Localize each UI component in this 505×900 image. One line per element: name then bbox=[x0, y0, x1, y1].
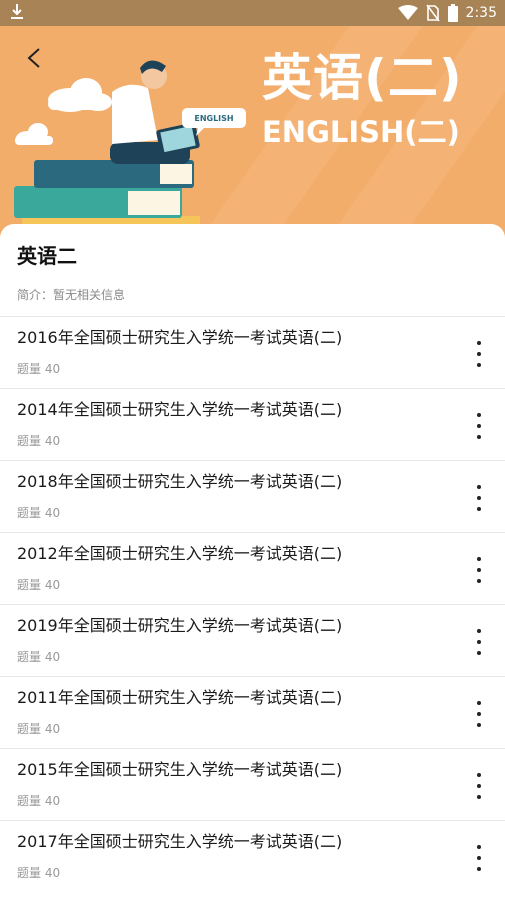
more-options-button[interactable] bbox=[471, 485, 487, 511]
exam-title: 2019年全国硕士研究生入学统一考试英语(二) bbox=[17, 616, 343, 635]
more-vertical-icon bbox=[477, 845, 481, 849]
more-vertical-icon bbox=[477, 485, 481, 489]
more-options-button[interactable] bbox=[471, 701, 487, 727]
book-intro: 简介：暂无相关信息 bbox=[17, 288, 126, 302]
more-vertical-icon bbox=[477, 341, 481, 345]
dot bbox=[477, 424, 481, 428]
status-right: 2:35 bbox=[397, 3, 497, 23]
list-item[interactable]: 2016年全国硕士研究生入学统一考试英语(二) 题量 40 bbox=[0, 316, 505, 388]
dot bbox=[477, 712, 481, 716]
status-time: 2:35 bbox=[465, 5, 497, 21]
more-vertical-icon bbox=[477, 773, 481, 777]
more-options-button[interactable] bbox=[471, 845, 487, 871]
list-item[interactable]: 2018年全国硕士研究生入学统一考试英语(二) 题量 40 bbox=[0, 460, 505, 532]
more-vertical-icon bbox=[477, 557, 481, 561]
list-item[interactable]: 2011年全国硕士研究生入学统一考试英语(二) 题量 40 bbox=[0, 676, 505, 748]
header-banner: ENGLISH 英语(二) ENGLISH(二) bbox=[0, 26, 505, 240]
dot bbox=[477, 568, 481, 572]
dot bbox=[477, 784, 481, 788]
dot bbox=[477, 856, 481, 860]
exam-title: 2018年全国硕士研究生入学统一考试英语(二) bbox=[17, 472, 343, 491]
more-options-button[interactable] bbox=[471, 341, 487, 367]
exam-title: 2017年全国硕士研究生入学统一考试英语(二) bbox=[17, 832, 343, 851]
dot bbox=[477, 579, 481, 583]
more-vertical-icon bbox=[477, 629, 481, 633]
list-item[interactable]: 2012年全国硕士研究生入学统一考试英语(二) 题量 40 bbox=[0, 532, 505, 604]
dot bbox=[477, 352, 481, 356]
content-card: 英语二 简介：暂无相关信息 2016年全国硕士研究生入学统一考试英语(二) 题量… bbox=[0, 224, 505, 900]
bubble-text: ENGLISH bbox=[194, 114, 233, 123]
exam-count: 题量 40 bbox=[17, 650, 61, 664]
more-vertical-icon bbox=[477, 701, 481, 705]
dot bbox=[477, 507, 481, 511]
wifi-icon bbox=[397, 5, 418, 20]
book-name: 英语二 bbox=[17, 244, 77, 268]
more-options-button[interactable] bbox=[471, 413, 487, 439]
exam-title: 2011年全国硕士研究生入学统一考试英语(二) bbox=[17, 688, 343, 707]
list-item[interactable]: 2017年全国硕士研究生入学统一考试英语(二) 题量 40 bbox=[0, 820, 505, 892]
list-item[interactable]: 2015年全国硕士研究生入学统一考试英语(二) 题量 40 bbox=[0, 748, 505, 820]
no-sim-icon bbox=[425, 4, 440, 22]
banner-subtitle: ENGLISH(二) bbox=[262, 115, 460, 149]
dot bbox=[477, 496, 481, 500]
exam-title: 2012年全国硕士研究生入学统一考试英语(二) bbox=[17, 544, 343, 563]
battery-icon bbox=[447, 4, 458, 22]
download-icon bbox=[11, 4, 23, 19]
dot bbox=[477, 867, 481, 871]
status-left bbox=[10, 3, 24, 25]
exam-count: 题量 40 bbox=[17, 434, 61, 448]
exam-count: 题量 40 bbox=[17, 794, 61, 808]
dot bbox=[477, 795, 481, 799]
exam-count: 题量 40 bbox=[17, 506, 61, 520]
dot bbox=[477, 723, 481, 727]
dot bbox=[477, 640, 481, 644]
exam-count: 题量 40 bbox=[17, 722, 61, 736]
more-options-button[interactable] bbox=[471, 629, 487, 655]
dot bbox=[477, 363, 481, 367]
exam-count: 题量 40 bbox=[17, 866, 61, 880]
list-item[interactable]: 2019年全国硕士研究生入学统一考试英语(二) 题量 40 bbox=[0, 604, 505, 676]
dot bbox=[477, 435, 481, 439]
dot bbox=[477, 651, 481, 655]
exam-title: 2015年全国硕士研究生入学统一考试英语(二) bbox=[17, 760, 343, 779]
back-button[interactable] bbox=[20, 40, 50, 76]
status-bar: 2:35 bbox=[0, 0, 505, 26]
more-options-button[interactable] bbox=[471, 773, 487, 799]
banner-title: 英语(二) bbox=[262, 49, 463, 107]
exam-title: 2016年全国硕士研究生入学统一考试英语(二) bbox=[17, 328, 343, 347]
more-vertical-icon bbox=[477, 413, 481, 417]
exam-list: 2016年全国硕士研究生入学统一考试英语(二) 题量 40 2014年全国硕士研… bbox=[0, 316, 505, 892]
exam-count: 题量 40 bbox=[17, 362, 61, 376]
more-options-button[interactable] bbox=[471, 557, 487, 583]
back-arrow-icon bbox=[27, 48, 40, 68]
exam-count: 题量 40 bbox=[17, 578, 61, 592]
exam-title: 2014年全国硕士研究生入学统一考试英语(二) bbox=[17, 400, 343, 419]
list-item[interactable]: 2014年全国硕士研究生入学统一考试英语(二) 题量 40 bbox=[0, 388, 505, 460]
